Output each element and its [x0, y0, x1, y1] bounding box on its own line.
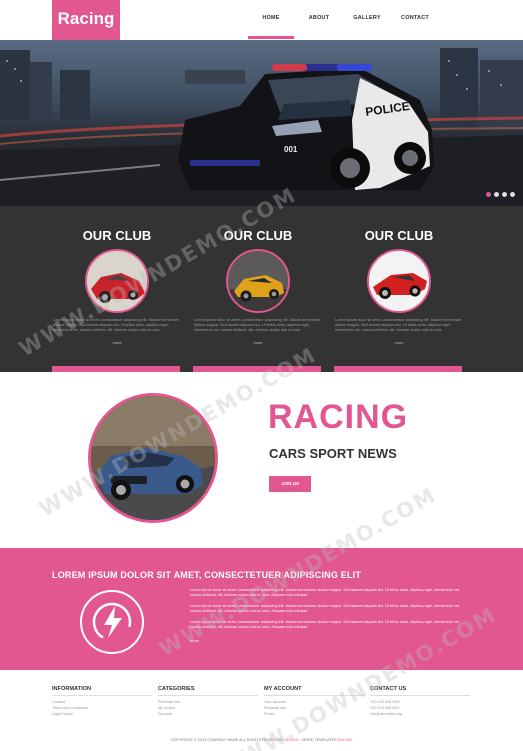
racing-subheading: CARS SPORT NEWS	[269, 446, 397, 461]
footer-column-my-account: MY ACCOUNT Your account Personal info Pr…	[264, 686, 364, 717]
footer-column-contact-us: CONTACT US +00 123 4567890 +00 123 45678…	[370, 686, 470, 717]
footer-heading: MY ACCOUNT	[264, 686, 302, 692]
club-more-link[interactable]: more	[194, 340, 322, 345]
club-title: OUR CLUB	[223, 228, 293, 243]
lightning-bolt-icon	[80, 590, 144, 654]
slider-dot[interactable]	[502, 192, 507, 197]
join-us-button[interactable]: JOIN US	[269, 476, 311, 492]
club-description: Lorem ipsum dolor sit amet, consectetuer…	[194, 318, 321, 333]
main-nav: HOME ABOUT GALLERY CONTACT	[248, 0, 440, 40]
racing-heading: RACING	[268, 398, 409, 436]
hero-slider: 001 POLICE	[0, 40, 523, 206]
copyright-design-link[interactable]: DESIGN	[284, 738, 299, 742]
footer-divider	[158, 695, 258, 696]
club-description: Lorem ipsum dolor sit amet, consectetuer…	[53, 318, 180, 333]
nav-item-about[interactable]: ABOUT	[296, 0, 342, 40]
nav-item-home[interactable]: HOME	[248, 0, 294, 40]
footer-heading: CONTACT US	[370, 686, 407, 692]
footer-contact-item[interactable]: info@demolink.org	[370, 711, 470, 717]
promo-paragraph: Lorem ipsum dolor sit amet, consectetuer…	[190, 620, 460, 629]
racing-car-image	[88, 393, 218, 523]
club-image-red-sports-car[interactable]	[367, 249, 431, 313]
footer-heading: INFORMATION	[52, 686, 92, 692]
promo-title: LOREM IPSUM DOLOR SIT AMET, CONSECTETUER…	[52, 570, 362, 580]
footer-divider	[370, 695, 470, 696]
site-logo[interactable]: Racing	[52, 0, 120, 40]
promo-section: LOREM IPSUM DOLOR SIT AMET, CONSECTETUER…	[0, 548, 523, 670]
club-title: OUR CLUB	[364, 228, 434, 243]
footer-link[interactable]: Specials	[158, 711, 258, 717]
slider-dot[interactable]	[486, 192, 491, 197]
nav-item-gallery[interactable]: GALLERY	[344, 0, 390, 40]
copyright-more-templates: MORE TEMPLATES	[302, 738, 337, 742]
clubs-section: OUR CLUB Lorem ipsum dolor sit amet, con…	[0, 206, 523, 372]
club-more-link[interactable]: more	[53, 340, 181, 345]
nav-item-contact[interactable]: CONTACT	[392, 0, 438, 40]
club-more-link[interactable]: more	[335, 340, 463, 345]
copyright-text: COPYRIGHT © 2014 COMPANY NAME ALL RIGHTS…	[170, 738, 283, 742]
footer-divider	[264, 695, 364, 696]
footer-column-categories: CATEGORIES Personal info My orders Speci…	[158, 686, 258, 717]
club-image-red-car[interactable]	[85, 249, 149, 313]
footer-link[interactable]: Legal Notice	[52, 711, 152, 717]
footer-heading: CATEGORIES	[158, 686, 195, 692]
slider-dot[interactable]	[510, 192, 515, 197]
site-header: Racing HOME ABOUT GALLERY CONTACT	[0, 0, 523, 40]
club-description: Lorem ipsum dolor sit amet, consectetuer…	[335, 318, 462, 333]
slider-dot[interactable]	[494, 192, 499, 197]
copyright-racing-link[interactable]: RACING	[338, 738, 353, 742]
hero-police-car-image: 001 POLICE	[0, 48, 523, 206]
promo-more-link[interactable]: more	[190, 638, 199, 643]
racing-news-section: RACING CARS SPORT NEWS JOIN US	[0, 372, 523, 548]
promo-paragraph: Lorem ipsum dolor sit amet, consectetuer…	[190, 604, 460, 613]
hero-car-number: 001	[284, 145, 298, 154]
footer-divider	[52, 695, 152, 696]
club-image-yellow-car[interactable]	[226, 249, 290, 313]
footer-link[interactable]: Prices	[264, 711, 364, 717]
site-footer: INFORMATION Contact Terms and conditions…	[0, 670, 523, 751]
promo-paragraph: Lorem ipsum dolor sit amet, consectetuer…	[190, 588, 460, 597]
slider-pagination	[486, 192, 515, 197]
club-title: OUR CLUB	[82, 228, 152, 243]
copyright-line: COPYRIGHT © 2014 COMPANY NAME ALL RIGHTS…	[170, 738, 353, 742]
footer-column-information: INFORMATION Contact Terms and conditions…	[52, 686, 152, 717]
